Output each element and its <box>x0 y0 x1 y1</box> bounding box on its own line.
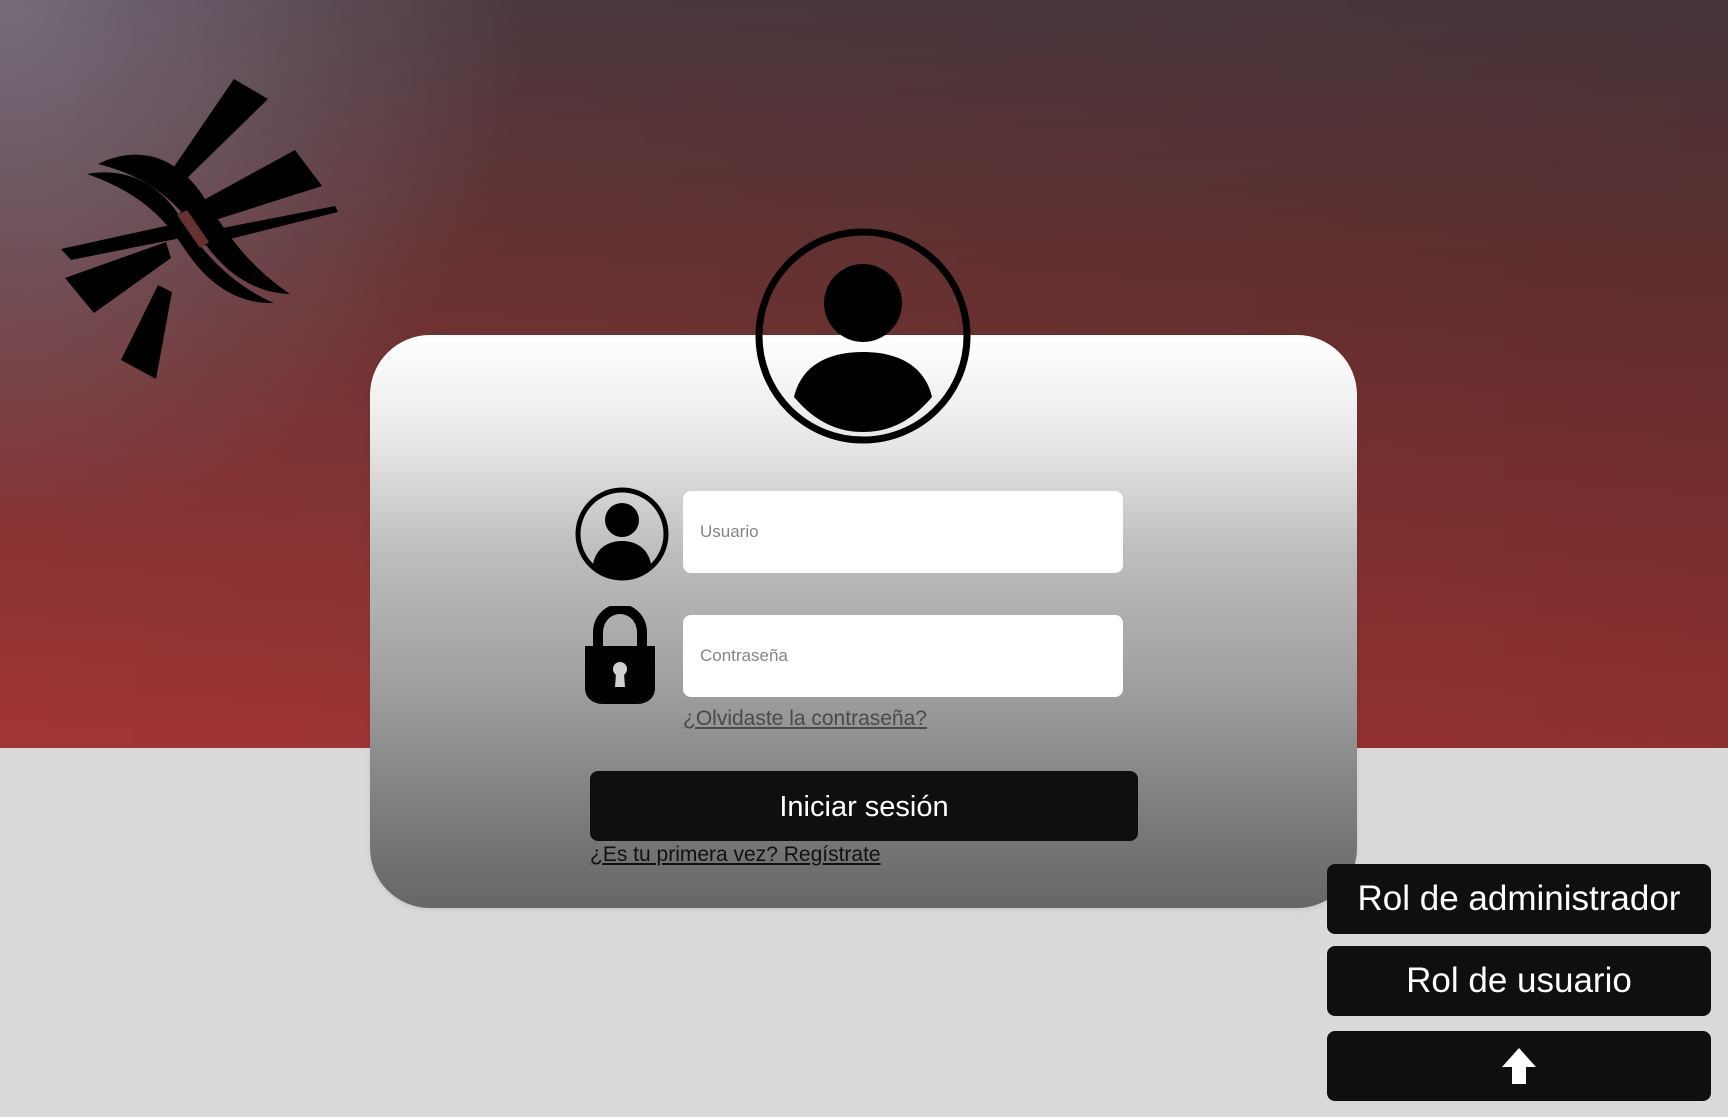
arrow-up-icon <box>1498 1045 1540 1087</box>
password-input[interactable] <box>683 615 1123 697</box>
login-button[interactable]: Iniciar sesión <box>590 771 1138 841</box>
user-icon <box>574 486 670 582</box>
register-link[interactable]: ¿Es tu primera vez? Regístrate <box>590 843 881 867</box>
username-input[interactable] <box>683 491 1123 573</box>
user-role-button[interactable]: Rol de usuario <box>1327 946 1711 1016</box>
profile-avatar-icon <box>754 227 972 445</box>
brand-logo-icon <box>55 75 345 380</box>
lock-icon <box>581 603 659 706</box>
admin-role-button[interactable]: Rol de administrador <box>1327 864 1711 934</box>
forgot-password-link[interactable]: ¿Olvidaste la contraseña? <box>683 707 927 731</box>
scroll-up-button[interactable] <box>1327 1031 1711 1101</box>
